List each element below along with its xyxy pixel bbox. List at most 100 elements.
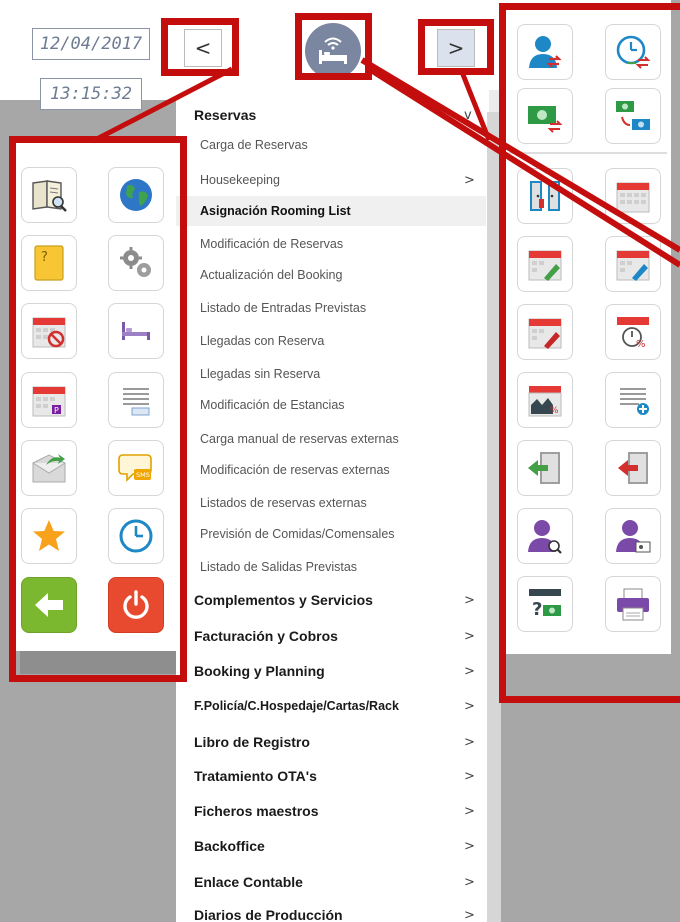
left-icon-8[interactable] [108,372,164,428]
left-icon-3[interactable]: ? [21,235,77,291]
printer-icon [617,588,649,621]
left-icon-10[interactable]: SMS [108,440,164,496]
menu-subitem[interactable]: Llegadas con Reserva [176,327,486,355]
menu-section[interactable]: Backoffice > [176,831,486,861]
chevron-left-icon: < [194,36,212,60]
right-icon-3[interactable] [517,88,573,144]
door-enter-icon [528,452,560,484]
navigation-menu: Reservas v Carga de Reservas Housekeepin… [176,90,501,922]
right-panel-divider [509,152,667,154]
left-icon-4[interactable] [108,235,164,291]
menu-section[interactable]: Booking y Planning > [176,656,486,686]
left-icon-11[interactable] [21,508,77,564]
menu-subitem[interactable]: Actualización del Booking [176,261,486,289]
menu-subitem[interactable]: Previsión de Comidas/Comensales [176,520,486,548]
svg-text:%: % [550,406,559,416]
calendar-green-check-icon [528,250,562,281]
exit-button[interactable] [21,577,77,633]
right-icon-1[interactable] [517,24,573,80]
menu-section[interactable]: Diarios de Producción > [176,900,486,922]
menu-section[interactable]: F.Policía/C.Hospedaje/Cartas/Rack > [176,691,486,721]
right-icon-8[interactable] [605,236,661,292]
power-off-button[interactable] [108,577,164,633]
svg-text:P: P [54,406,59,415]
menu-section-reservas[interactable]: Reservas v [176,100,486,130]
menu-section[interactable]: Enlace Contable > [176,867,486,897]
right-icon-16[interactable] [605,508,661,564]
right-icon-18[interactable] [605,576,661,632]
menu-subitem[interactable]: Carga manual de reservas externas [176,425,486,453]
menu-subitem[interactable]: Modificación de Reservas [176,230,486,258]
chevron-right-icon: > [464,172,475,188]
right-icon-2[interactable] [605,24,661,80]
svg-text:SMS: SMS [136,471,150,479]
menu-section[interactable]: Libro de Registro > [176,727,486,757]
left-icon-7[interactable]: P [21,372,77,428]
book-search-icon [32,180,67,212]
sms-bubble-icon: SMS [118,454,152,482]
back-button[interactable]: < [184,29,222,67]
right-icon-6[interactable] [605,168,661,224]
menu-subitem[interactable]: Modificación de reservas externas [176,456,486,484]
calendar-cancel-icon [32,317,66,348]
right-icon-9[interactable] [517,304,573,360]
menu-subitem[interactable]: Modificación de Estancias [176,391,486,419]
hotel-logo-button[interactable] [305,23,361,79]
right-icon-12[interactable] [605,372,661,428]
right-icon-15[interactable] [517,508,573,564]
left-icon-9[interactable] [21,440,77,496]
chevron-right-icon: > [464,803,475,819]
right-icon-4[interactable] [605,88,661,144]
menu-section[interactable]: Tratamiento OTA's > [176,761,486,791]
scroll-track [489,90,499,112]
forward-button[interactable]: > [437,29,475,67]
gears-icon [120,247,151,277]
right-icon-7[interactable] [517,236,573,292]
menu-section[interactable]: Ficheros maestros > [176,796,486,826]
exit-arrow-icon [35,593,63,617]
right-icon-14[interactable] [605,440,661,496]
menu-section[interactable]: Complementos y Servicios > [176,585,486,615]
chevron-right-icon: > [447,36,465,60]
menu-section-label: Reservas [194,107,257,123]
left-icon-2[interactable] [108,167,164,223]
menu-subitem[interactable]: Llegadas sin Reserva [176,360,486,388]
right-icon-5[interactable] [517,168,573,224]
help-folder-icon: ? [34,245,64,281]
time-display: 13:15:32 [40,78,142,110]
calendar-percent-clock-icon: % [617,317,649,350]
chevron-down-icon: v [464,107,472,123]
left-icon-12[interactable] [108,508,164,564]
right-icon-13[interactable] [517,440,573,496]
left-icon-1[interactable] [21,167,77,223]
menu-section[interactable]: Facturación y Cobros > [176,621,486,651]
menu-scrollbar[interactable] [487,112,501,922]
money-transfer-icon [528,106,563,133]
power-icon [123,590,149,619]
left-bottom-divider [20,650,176,674]
chevron-right-icon: > [464,592,475,608]
menu-subitem[interactable]: Carga de Reservas [176,131,486,159]
menu-subitem[interactable]: Listado de Salidas Previstas [176,553,486,581]
left-icon-6[interactable] [108,303,164,359]
left-icon-5[interactable] [21,303,77,359]
svg-text:?: ? [532,599,542,620]
clock-icon [119,519,153,553]
room-doors-icon [530,181,560,211]
chevron-right-icon: > [464,734,475,750]
list-document-icon [123,388,150,416]
chevron-right-icon: > [464,698,475,714]
chevron-right-icon: > [464,907,475,922]
menu-subitem-active[interactable]: Asignación Rooming List [176,196,486,226]
date-display: 12/04/2017 [32,28,150,60]
right-icon-10[interactable]: % [605,304,661,360]
menu-subitem[interactable]: Listado de Entradas Previstas [176,294,486,322]
calendar-blue-pen-icon [616,250,650,281]
right-icon-11[interactable]: % [517,372,573,428]
menu-subitem[interactable]: Listados de reservas externas [176,489,486,517]
menu-subitem-housekeeping[interactable]: Housekeeping > [176,166,486,194]
chevron-right-icon: > [464,874,475,890]
envelope-forward-icon [32,454,66,483]
bed-icon [122,322,150,340]
right-icon-17[interactable]: ? [517,576,573,632]
